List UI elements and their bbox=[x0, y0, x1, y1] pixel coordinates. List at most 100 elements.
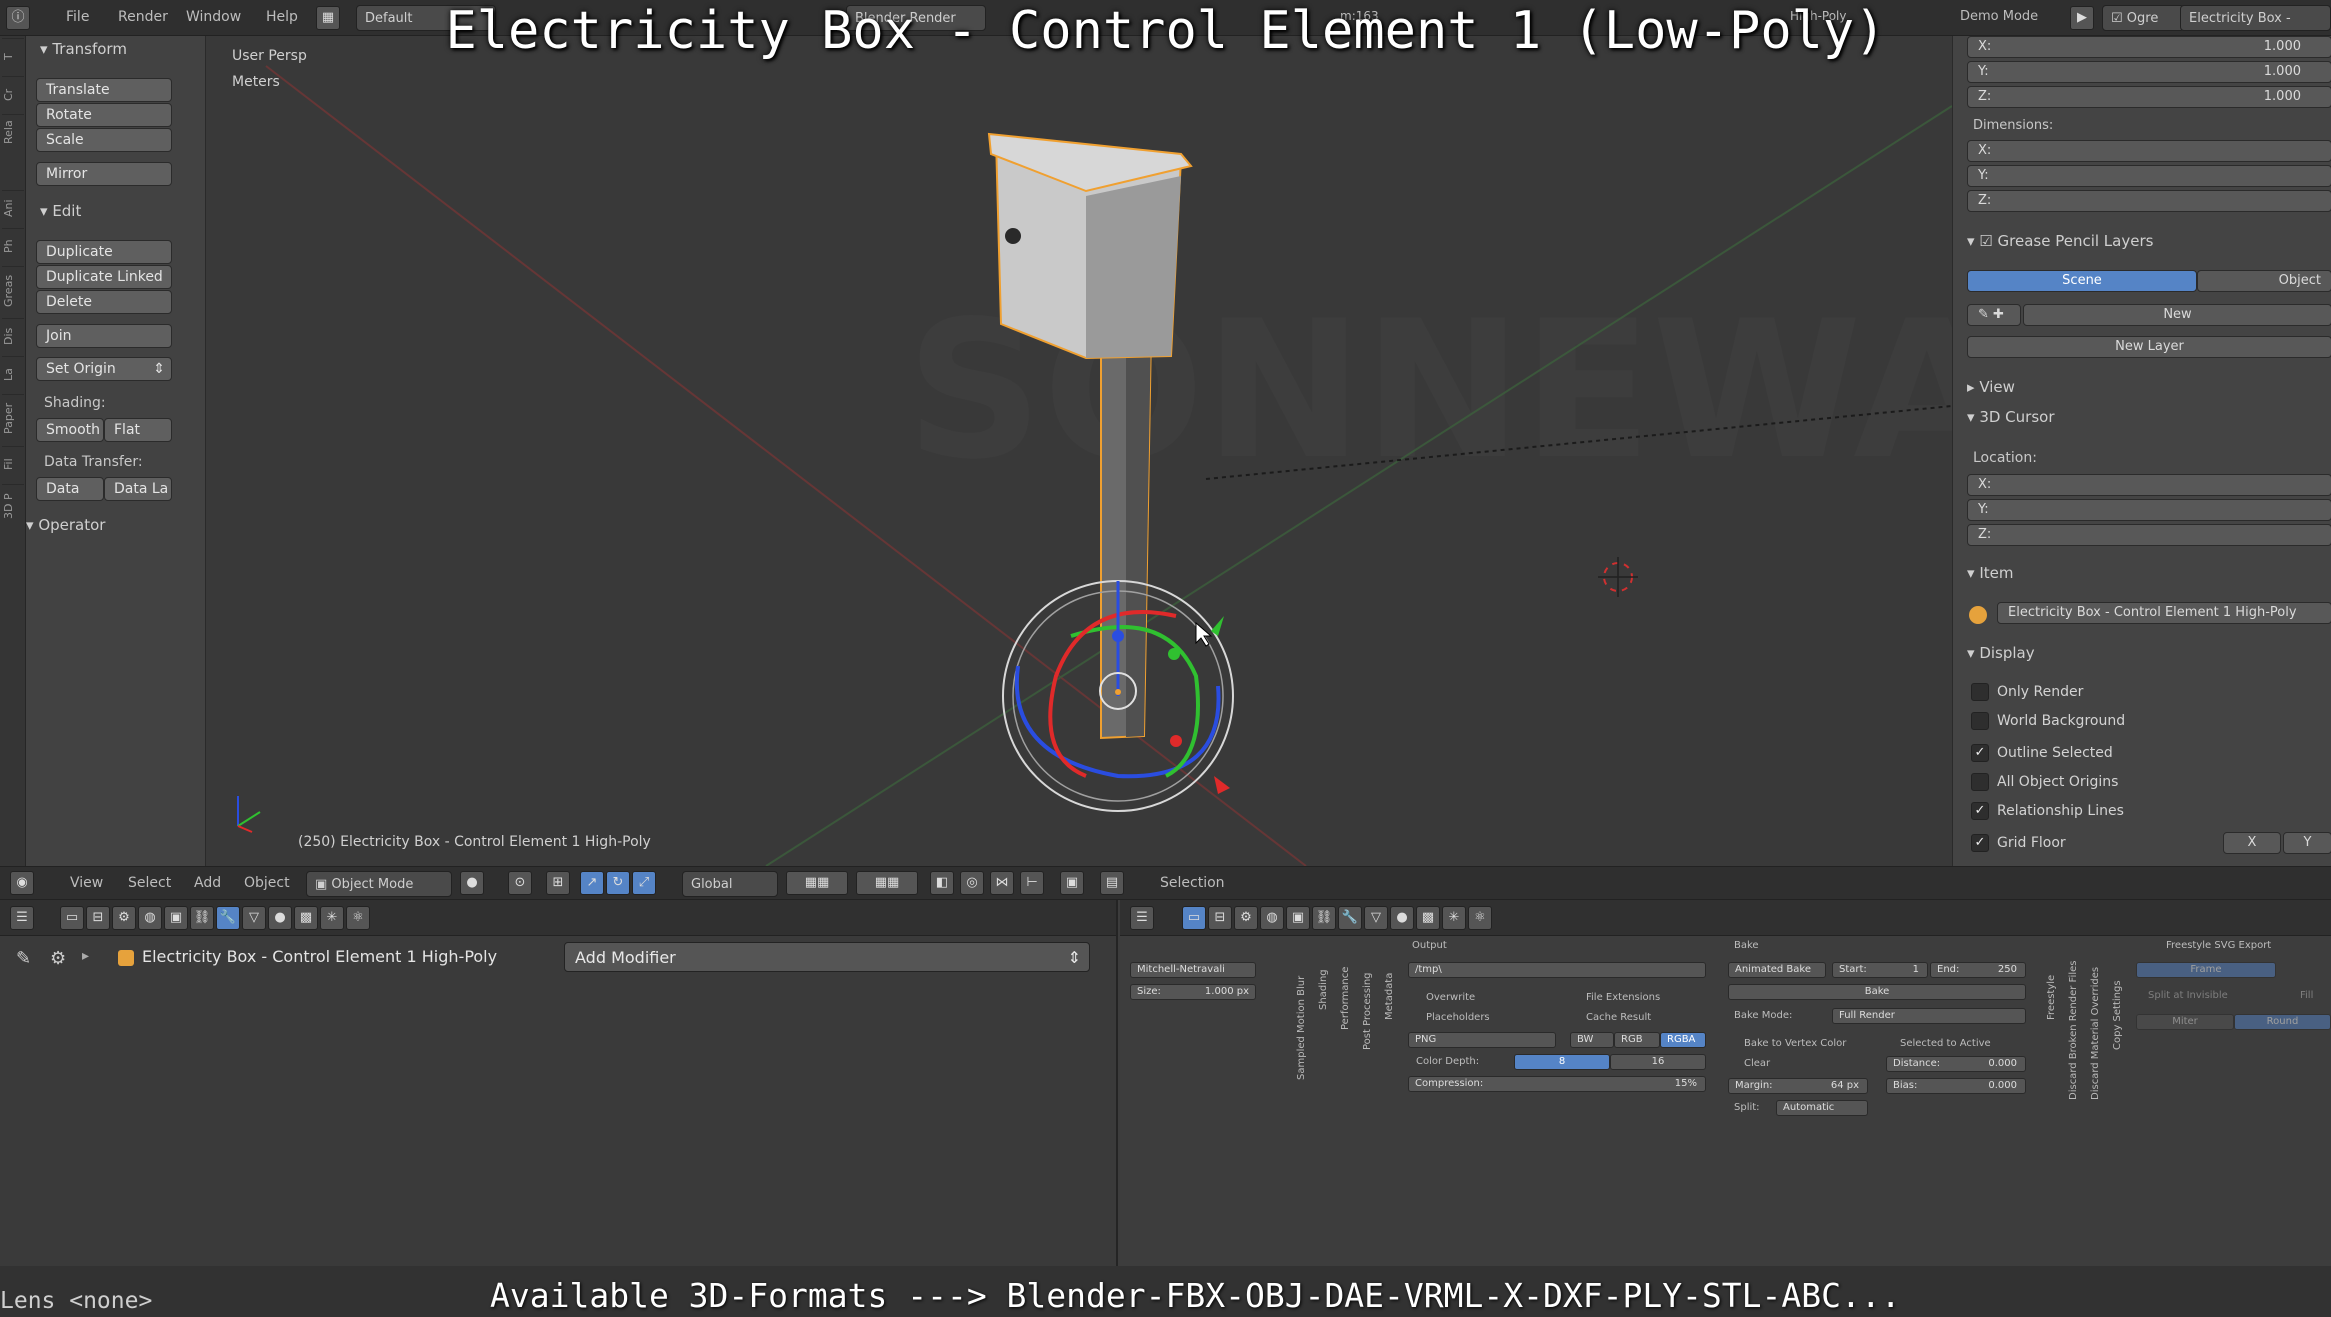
split-invisible-label[interactable]: Split at Invisible bbox=[2148, 990, 2228, 1001]
world-background-checkbox[interactable] bbox=[1971, 712, 1989, 730]
metadata-tab-label[interactable]: Metadata bbox=[1384, 950, 1395, 1020]
menu-object[interactable]: Object bbox=[244, 875, 290, 891]
clear-label[interactable]: Clear bbox=[1744, 1058, 1770, 1069]
all-object-origins-checkbox[interactable] bbox=[1971, 773, 1989, 791]
item-panel-header[interactable]: ▾ Item bbox=[1967, 564, 2013, 582]
performance-tab-label[interactable]: Performance bbox=[1340, 950, 1351, 1030]
margin-field[interactable]: Margin: 64 px bbox=[1728, 1078, 1868, 1094]
editor-type-icon[interactable]: ◉ bbox=[10, 871, 34, 895]
overwrite-label[interactable]: Overwrite bbox=[1426, 992, 1475, 1003]
dimension-y-field[interactable]: Y: bbox=[1967, 165, 2331, 187]
file-extensions-label[interactable]: File Extensions bbox=[1586, 992, 1660, 1003]
modifiers-tab-icon[interactable]: 🔧 bbox=[1338, 906, 1362, 930]
filter-select[interactable]: Mitchell-Netravali bbox=[1130, 962, 1256, 978]
menu-view[interactable]: View bbox=[70, 875, 103, 891]
rotate-button[interactable]: Rotate bbox=[36, 103, 172, 127]
texture-tab-icon[interactable]: ▩ bbox=[1416, 906, 1440, 930]
bw-toggle[interactable]: BW bbox=[1570, 1032, 1614, 1048]
set-origin-button[interactable]: Set Origin ⇕ bbox=[36, 357, 172, 381]
physics-tab-icon[interactable]: ⚛ bbox=[1468, 906, 1492, 930]
tab-fil[interactable]: Fil bbox=[2, 446, 24, 482]
shading-tab-label[interactable]: Shading bbox=[1318, 950, 1329, 1010]
edit-panel-header[interactable]: ▾ Edit bbox=[40, 202, 81, 220]
constraints-tab-icon[interactable]: ⛓ bbox=[1312, 906, 1336, 930]
sampled-motion-blur-label[interactable]: Sampled Motion Blur bbox=[1296, 950, 1307, 1080]
scale-button[interactable]: Scale bbox=[36, 128, 172, 152]
menu-add[interactable]: Add bbox=[194, 875, 221, 891]
opengl-anim-icon[interactable]: ▤ bbox=[1100, 871, 1124, 895]
new-layer-button[interactable]: New Layer bbox=[1967, 336, 2331, 358]
relationship-lines-checkbox[interactable]: ✓ bbox=[1971, 802, 1989, 820]
3d-viewport[interactable]: SONNEWARE bbox=[206, 36, 1952, 866]
physics-tab-icon[interactable]: ⚛ bbox=[346, 906, 370, 930]
copy-settings-label[interactable]: Copy Settings bbox=[2112, 950, 2123, 1050]
data-layout-button[interactable]: Data La bbox=[104, 477, 172, 501]
snap-icon[interactable]: ⋈ bbox=[990, 871, 1014, 895]
gizmo-y-arrowhead[interactable] bbox=[1211, 616, 1224, 636]
gizmo-x-arrowhead[interactable] bbox=[1214, 776, 1230, 794]
axis-x-toggle[interactable]: X bbox=[2223, 832, 2281, 854]
layers-icon[interactable]: ▦▦ bbox=[786, 871, 848, 895]
output-path-field[interactable]: /tmp\ bbox=[1408, 962, 1706, 978]
tab-scene[interactable]: Scene bbox=[1967, 270, 2197, 292]
manipulator-icon[interactable]: ⊞ bbox=[546, 871, 570, 895]
axis-y-toggle[interactable]: Y bbox=[2283, 832, 2331, 854]
bake-vertex-color-label[interactable]: Bake to Vertex Color bbox=[1744, 1038, 1846, 1049]
split-select[interactable]: Automatic bbox=[1776, 1100, 1868, 1116]
bake-header[interactable]: Bake bbox=[1734, 940, 1759, 951]
translate-manipulator-icon[interactable]: ↗ bbox=[580, 871, 604, 895]
data-tab-icon[interactable]: ▽ bbox=[242, 906, 266, 930]
data-tab-icon[interactable]: ▽ bbox=[1364, 906, 1388, 930]
tab-grease-pencil[interactable]: Greas bbox=[2, 266, 24, 314]
pencil-icon[interactable]: ✎ ✚ bbox=[1967, 304, 2021, 326]
layer-lock-icon[interactable]: ◧ bbox=[930, 871, 954, 895]
tab-object[interactable]: Object bbox=[2197, 270, 2331, 292]
flat-button[interactable]: Flat bbox=[104, 418, 172, 442]
display-panel-header[interactable]: ▾ Display bbox=[1967, 644, 2035, 662]
discard-material-label[interactable]: Discard Material Overrides bbox=[2090, 950, 2101, 1100]
tab-display[interactable]: Dis bbox=[2, 318, 24, 354]
cursor-panel-header[interactable]: ▾ 3D Cursor bbox=[1967, 408, 2054, 426]
gizmo-z-handle[interactable] bbox=[1112, 630, 1124, 642]
gizmo-x-handle[interactable] bbox=[1170, 735, 1182, 747]
object-tab-icon[interactable]: ▣ bbox=[164, 906, 188, 930]
object-tab-icon[interactable]: ▣ bbox=[1286, 906, 1310, 930]
mirror-button[interactable]: Mirror bbox=[36, 162, 172, 186]
opengl-render-icon[interactable]: ▣ bbox=[1060, 871, 1084, 895]
bake-end-field[interactable]: End: 250 bbox=[1930, 962, 2026, 978]
compression-slider[interactable]: Compression: 15% bbox=[1408, 1076, 1706, 1092]
particles-tab-icon[interactable]: ✳ bbox=[1442, 906, 1466, 930]
add-modifier-dropdown[interactable]: Add Modifier ⇕ bbox=[564, 942, 1090, 972]
tab-animation[interactable]: Ani bbox=[2, 190, 24, 226]
bake-start-field[interactable]: Start: 1 bbox=[1832, 962, 1928, 978]
properties-editor-icon[interactable]: ☰ bbox=[10, 906, 34, 930]
tab-relations[interactable]: Rela bbox=[2, 114, 24, 150]
animated-bake-toggle[interactable]: Animated Bake bbox=[1728, 962, 1826, 978]
cursor-z-field[interactable]: Z: bbox=[1967, 524, 2331, 546]
item-name-field[interactable]: Electricity Box - Control Element 1 High… bbox=[1997, 602, 2331, 624]
round-toggle[interactable]: Round bbox=[2234, 1014, 2331, 1030]
world-tab-icon[interactable]: ◍ bbox=[1260, 906, 1284, 930]
duplicate-linked-button[interactable]: Duplicate Linked bbox=[36, 265, 172, 289]
rotate-manipulator-icon[interactable]: ↻ bbox=[606, 871, 630, 895]
operator-panel-header[interactable]: ▾ Operator bbox=[12, 516, 105, 534]
new-grease-button[interactable]: New bbox=[2023, 304, 2331, 326]
cursor-x-field[interactable]: X: bbox=[1967, 474, 2331, 496]
scale-y-field[interactable]: Y: 1.000 bbox=[1967, 61, 2331, 83]
material-tab-icon[interactable]: ● bbox=[268, 906, 292, 930]
placeholders-label[interactable]: Placeholders bbox=[1426, 1012, 1490, 1023]
scale-z-field[interactable]: Z: 1.000 bbox=[1967, 86, 2331, 108]
cache-result-label[interactable]: Cache Result bbox=[1586, 1012, 1651, 1023]
gizmo-y-handle[interactable] bbox=[1168, 648, 1180, 660]
modifiers-tab-icon[interactable]: 🔧 bbox=[216, 906, 240, 930]
depth-16-toggle[interactable]: 16 bbox=[1610, 1054, 1706, 1070]
mode-select[interactable]: ▣ Object Mode bbox=[306, 871, 452, 897]
grid-floor-checkbox[interactable]: ✓ bbox=[1971, 834, 1989, 852]
discard-broken-label[interactable]: Discard Broken Render Files bbox=[2068, 950, 2079, 1100]
dimension-z-field[interactable]: Z: bbox=[1967, 190, 2331, 212]
depth-8-toggle[interactable]: 8 bbox=[1514, 1054, 1610, 1070]
join-button[interactable]: Join bbox=[36, 324, 172, 348]
cursor-y-field[interactable]: Y: bbox=[1967, 499, 2331, 521]
bake-mode-select[interactable]: Full Render bbox=[1832, 1008, 2026, 1024]
svg-fill-label[interactable]: Fill bbox=[2300, 990, 2313, 1001]
